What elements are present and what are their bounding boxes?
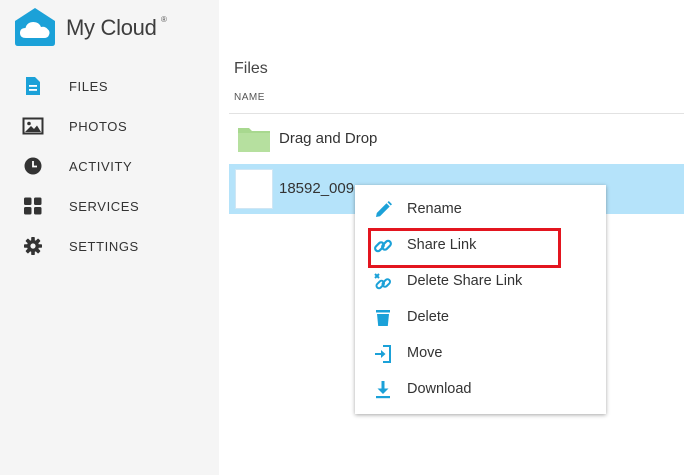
menu-item-delete-share-link[interactable]: Delete Share Link <box>355 264 606 298</box>
menu-item-move[interactable]: Move <box>355 336 606 370</box>
list-item[interactable]: Drag and Drop <box>229 114 684 164</box>
sidebar-item-label: ACTIVITY <box>69 159 133 174</box>
move-icon <box>375 345 391 363</box>
app-logo[interactable]: My Cloud ® <box>14 7 184 47</box>
photo-icon <box>22 117 44 135</box>
menu-item-label: Download <box>407 381 472 397</box>
sidebar: My Cloud ® FILES PHOTOS ACTIVITY SERVICE… <box>0 0 219 475</box>
sidebar-item-files[interactable]: FILES <box>0 70 219 102</box>
image-thumbnail <box>235 169 273 209</box>
clock-icon <box>24 157 42 175</box>
pencil-icon <box>376 201 392 217</box>
menu-item-label: Rename <box>407 201 462 217</box>
sidebar-item-settings[interactable]: SETTINGS <box>0 230 219 262</box>
registered-mark: ® <box>161 15 167 24</box>
menu-item-label: Share Link <box>407 237 477 253</box>
file-name: 18592_009. <box>279 180 359 197</box>
folder-icon <box>238 128 270 152</box>
trash-icon <box>376 310 390 326</box>
sidebar-item-activity[interactable]: ACTIVITY <box>0 150 219 182</box>
menu-item-label: Delete <box>407 309 449 325</box>
context-menu: Rename Share Link Delete Share Link Dele… <box>355 185 606 414</box>
sidebar-item-label: PHOTOS <box>69 119 128 134</box>
sidebar-item-label: SETTINGS <box>69 239 139 254</box>
sidebar-item-services[interactable]: SERVICES <box>0 190 219 222</box>
cloud-logo-icon <box>15 8 55 46</box>
link-icon <box>374 239 392 253</box>
gear-icon <box>24 237 42 255</box>
menu-item-download[interactable]: Download <box>355 372 606 406</box>
file-icon <box>26 77 40 95</box>
sidebar-item-photos[interactable]: PHOTOS <box>0 110 219 142</box>
app-name: My Cloud <box>66 15 157 40</box>
menu-item-share-link[interactable]: Share Link <box>355 228 606 262</box>
sidebar-item-label: FILES <box>69 79 109 94</box>
menu-item-label: Delete Share Link <box>407 273 523 289</box>
menu-item-delete[interactable]: Delete <box>355 300 606 334</box>
menu-item-rename[interactable]: Rename <box>355 192 606 226</box>
column-header-name[interactable]: NAME <box>234 92 265 103</box>
page-title: Files <box>234 60 268 77</box>
file-name: Drag and Drop <box>279 130 378 147</box>
menu-item-label: Move <box>407 345 443 361</box>
sidebar-item-label: SERVICES <box>69 199 140 214</box>
unlink-icon <box>374 273 391 290</box>
grid-icon <box>24 197 42 215</box>
download-icon <box>376 381 390 399</box>
